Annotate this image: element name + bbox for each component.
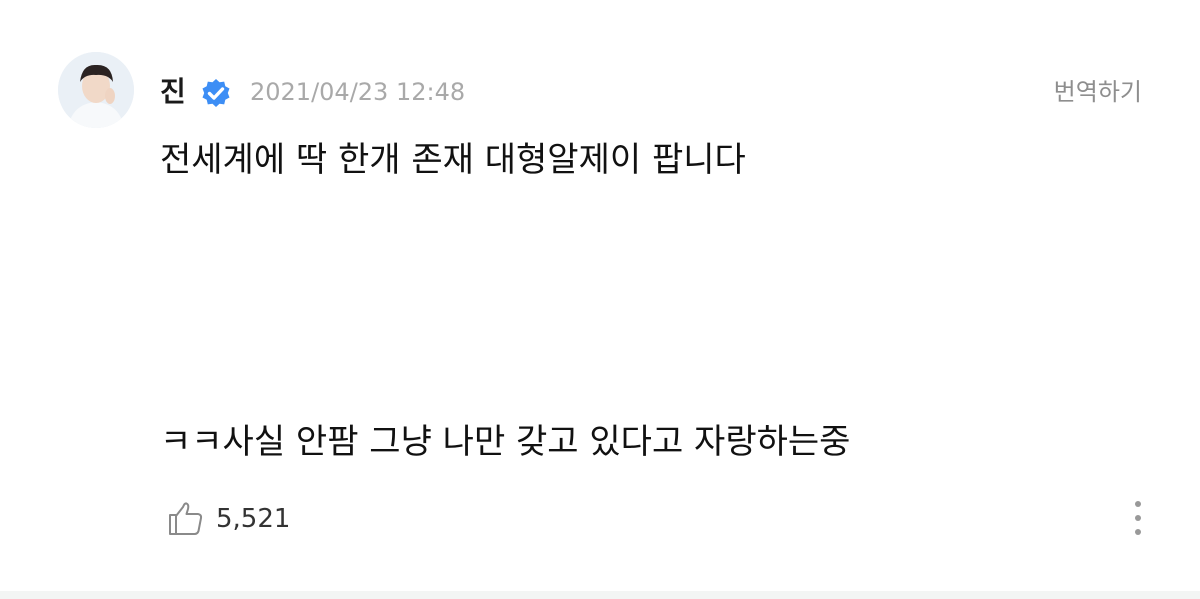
- comment-post: 진 2021/04/23 12:48 번역하기 전세계에 딱 한개 존재 대형알…: [0, 0, 1200, 599]
- verified-badge-icon: [202, 79, 230, 107]
- more-vertical-icon[interactable]: [1126, 498, 1150, 538]
- footer-divider: [0, 591, 1200, 599]
- avatar-image: [58, 52, 134, 128]
- thumbs-up-icon[interactable]: [166, 498, 206, 538]
- timestamp: 2021/04/23 12:48: [250, 78, 466, 106]
- avatar[interactable]: [58, 52, 134, 128]
- translate-button[interactable]: 번역하기: [1054, 76, 1142, 108]
- like-count: 5,521: [216, 504, 291, 534]
- post-text-line-1: 전세계에 딱 한개 존재 대형알제이 팝니다: [160, 140, 746, 180]
- author-name[interactable]: 진: [160, 72, 186, 112]
- post-text-line-2: ㅋㅋ사실 안팜 그냥 나만 갖고 있다고 자랑하는중: [160, 422, 851, 462]
